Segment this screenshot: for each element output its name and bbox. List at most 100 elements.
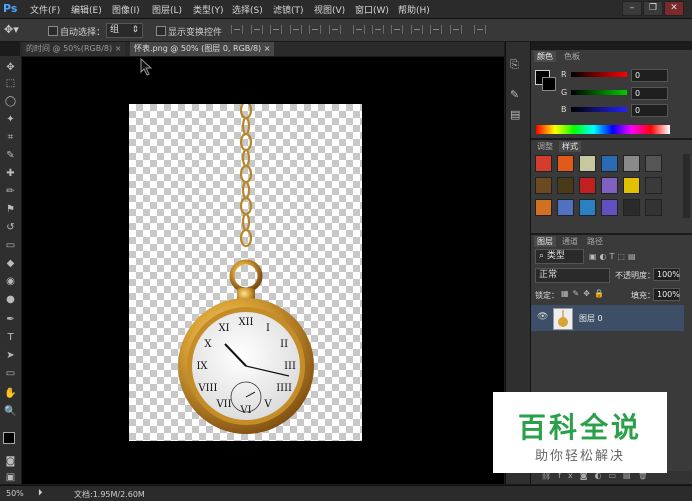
b-slider[interactable] xyxy=(571,107,627,112)
auto-select-dropdown[interactable]: 组 ⇕ xyxy=(106,23,143,38)
style-swatch[interactable] xyxy=(579,177,596,194)
history-panel-icon[interactable]: ⎘ xyxy=(510,58,524,72)
minimize-button[interactable]: – xyxy=(622,1,642,16)
layer-name[interactable]: 图层 0 xyxy=(579,313,603,324)
align-vcenter-icon[interactable] xyxy=(251,25,263,34)
hand-icon[interactable]: ✋ xyxy=(4,388,17,400)
style-swatch[interactable] xyxy=(579,199,596,216)
blend-mode-dropdown[interactable]: 正常 xyxy=(535,268,610,283)
r-value[interactable]: 0 xyxy=(631,69,668,82)
quick-select-icon[interactable]: ✦ xyxy=(4,114,17,126)
tab-time-doc[interactable]: 的时间 @ 50%(RGB/8) × xyxy=(22,42,126,56)
show-transform-checkbox[interactable] xyxy=(156,26,166,36)
menu-type[interactable]: 类型(Y) xyxy=(193,3,224,16)
distribute-left-icon[interactable] xyxy=(411,25,423,34)
tab-channels[interactable]: 通道 xyxy=(559,236,581,247)
lasso-icon[interactable]: ◯ xyxy=(4,96,17,108)
menu-help[interactable]: 帮助(H) xyxy=(398,3,430,16)
opacity-input[interactable]: 100% xyxy=(653,268,680,281)
r-slider[interactable] xyxy=(571,72,627,77)
filter-icons[interactable]: ▣◐T⬚▤ xyxy=(589,252,639,261)
b-value[interactable]: 0 xyxy=(631,104,668,117)
style-swatch[interactable] xyxy=(623,199,640,216)
properties-panel-icon[interactable]: ▤ xyxy=(510,108,524,122)
distribute-hcenter-icon[interactable] xyxy=(430,25,442,34)
align-left-icon[interactable] xyxy=(290,25,302,34)
menu-view[interactable]: 视图(V) xyxy=(314,3,345,16)
eyedropper-icon[interactable]: ✎ xyxy=(4,150,17,162)
healing-icon[interactable]: ✚ xyxy=(4,168,17,180)
layer-row[interactable]: 👁 图层 0 xyxy=(531,305,684,331)
move-icon[interactable]: ✥ xyxy=(4,62,17,74)
zoom-level[interactable]: 50% xyxy=(6,489,24,498)
tab-color[interactable]: 颜色 xyxy=(534,51,556,62)
style-swatch[interactable] xyxy=(623,155,640,172)
tab-adjustments[interactable]: 调整 xyxy=(534,141,556,152)
style-swatch[interactable] xyxy=(601,177,618,194)
style-swatch[interactable] xyxy=(645,155,662,172)
g-slider[interactable] xyxy=(571,90,627,95)
align-right-icon[interactable] xyxy=(329,25,341,34)
tab-paths[interactable]: 路径 xyxy=(584,236,606,247)
document-canvas[interactable]: XII I II III IIII V VI VII VIII IX X XI xyxy=(129,100,362,441)
style-swatch[interactable] xyxy=(579,155,596,172)
tab-pocket-watch[interactable]: 怀表.png @ 50% (图层 0, RGB/8) × xyxy=(130,42,275,56)
style-swatch[interactable] xyxy=(601,199,618,216)
tab-styles[interactable]: 样式 xyxy=(559,141,581,152)
menu-edit[interactable]: 编辑(E) xyxy=(71,3,102,16)
eye-icon[interactable]: 👁 xyxy=(537,312,548,322)
distribute-bottom-icon[interactable] xyxy=(391,25,403,34)
foreground-color-swatch[interactable] xyxy=(3,432,15,444)
tab-swatches[interactable]: 色板 xyxy=(561,51,583,62)
pen-icon[interactable]: ✒ xyxy=(4,314,17,326)
restore-button[interactable]: ❐ xyxy=(643,1,663,16)
styles-scrollbar[interactable] xyxy=(683,154,690,218)
blur-icon[interactable]: ◉ xyxy=(4,276,17,288)
lock-icons[interactable]: ▦✎✥🔒 xyxy=(561,289,608,298)
close-icon[interactable]: × xyxy=(115,44,122,53)
auto-align-icon[interactable] xyxy=(474,25,486,34)
quick-mask-icon[interactable]: ◙ xyxy=(4,456,17,468)
distribute-vcenter-icon[interactable] xyxy=(372,25,384,34)
path-select-icon[interactable]: ➤ xyxy=(4,350,17,362)
style-swatch[interactable] xyxy=(557,199,574,216)
color-spectrum-bar[interactable] xyxy=(536,125,670,134)
menu-layer[interactable]: 图层(L) xyxy=(152,3,182,16)
dodge-icon[interactable]: ● xyxy=(4,294,17,306)
style-swatch[interactable] xyxy=(557,177,574,194)
close-icon[interactable]: × xyxy=(264,44,271,53)
marquee-icon[interactable]: ⬚ xyxy=(4,78,17,90)
brush-panel-icon[interactable]: ✎ xyxy=(510,88,524,102)
align-bottom-icon[interactable] xyxy=(270,25,282,34)
align-hcenter-icon[interactable] xyxy=(309,25,321,34)
paint-bucket-icon[interactable]: ◆ xyxy=(4,258,17,270)
style-swatch[interactable] xyxy=(535,177,552,194)
layer-filter-dropdown[interactable]: ⌕ 类型 xyxy=(535,249,584,264)
crop-icon[interactable]: ⌗ xyxy=(4,132,17,144)
type-icon[interactable]: T xyxy=(4,332,17,344)
close-window-button[interactable]: ✕ xyxy=(664,1,684,16)
align-top-icon[interactable] xyxy=(231,25,243,34)
distribute-top-icon[interactable] xyxy=(353,25,365,34)
distribute-right-icon[interactable] xyxy=(450,25,462,34)
brush-icon[interactable]: ✏ xyxy=(4,186,17,198)
menu-window[interactable]: 窗口(W) xyxy=(355,3,389,16)
eraser-icon[interactable]: ▭ xyxy=(4,240,17,252)
status-menu-icon[interactable]: ⏵ xyxy=(38,488,43,498)
tab-layers[interactable]: 图层 xyxy=(534,236,556,247)
style-swatch[interactable] xyxy=(623,177,640,194)
auto-select-checkbox[interactable] xyxy=(48,26,58,36)
menu-select[interactable]: 选择(S) xyxy=(232,3,263,16)
stamp-icon[interactable]: ⚑ xyxy=(4,204,17,216)
style-swatch[interactable] xyxy=(601,155,618,172)
move-tool-preset-icon[interactable]: ✥▾ xyxy=(4,23,19,36)
menu-filter[interactable]: 滤镜(T) xyxy=(273,3,304,16)
history-brush-icon[interactable]: ↺ xyxy=(4,222,17,234)
style-swatch[interactable] xyxy=(535,199,552,216)
style-swatch[interactable] xyxy=(535,155,552,172)
background-color-chip[interactable] xyxy=(542,77,556,91)
style-swatch[interactable] xyxy=(557,155,574,172)
fill-input[interactable]: 100% xyxy=(653,288,680,301)
style-swatch[interactable] xyxy=(645,177,662,194)
style-swatch[interactable] xyxy=(645,199,662,216)
